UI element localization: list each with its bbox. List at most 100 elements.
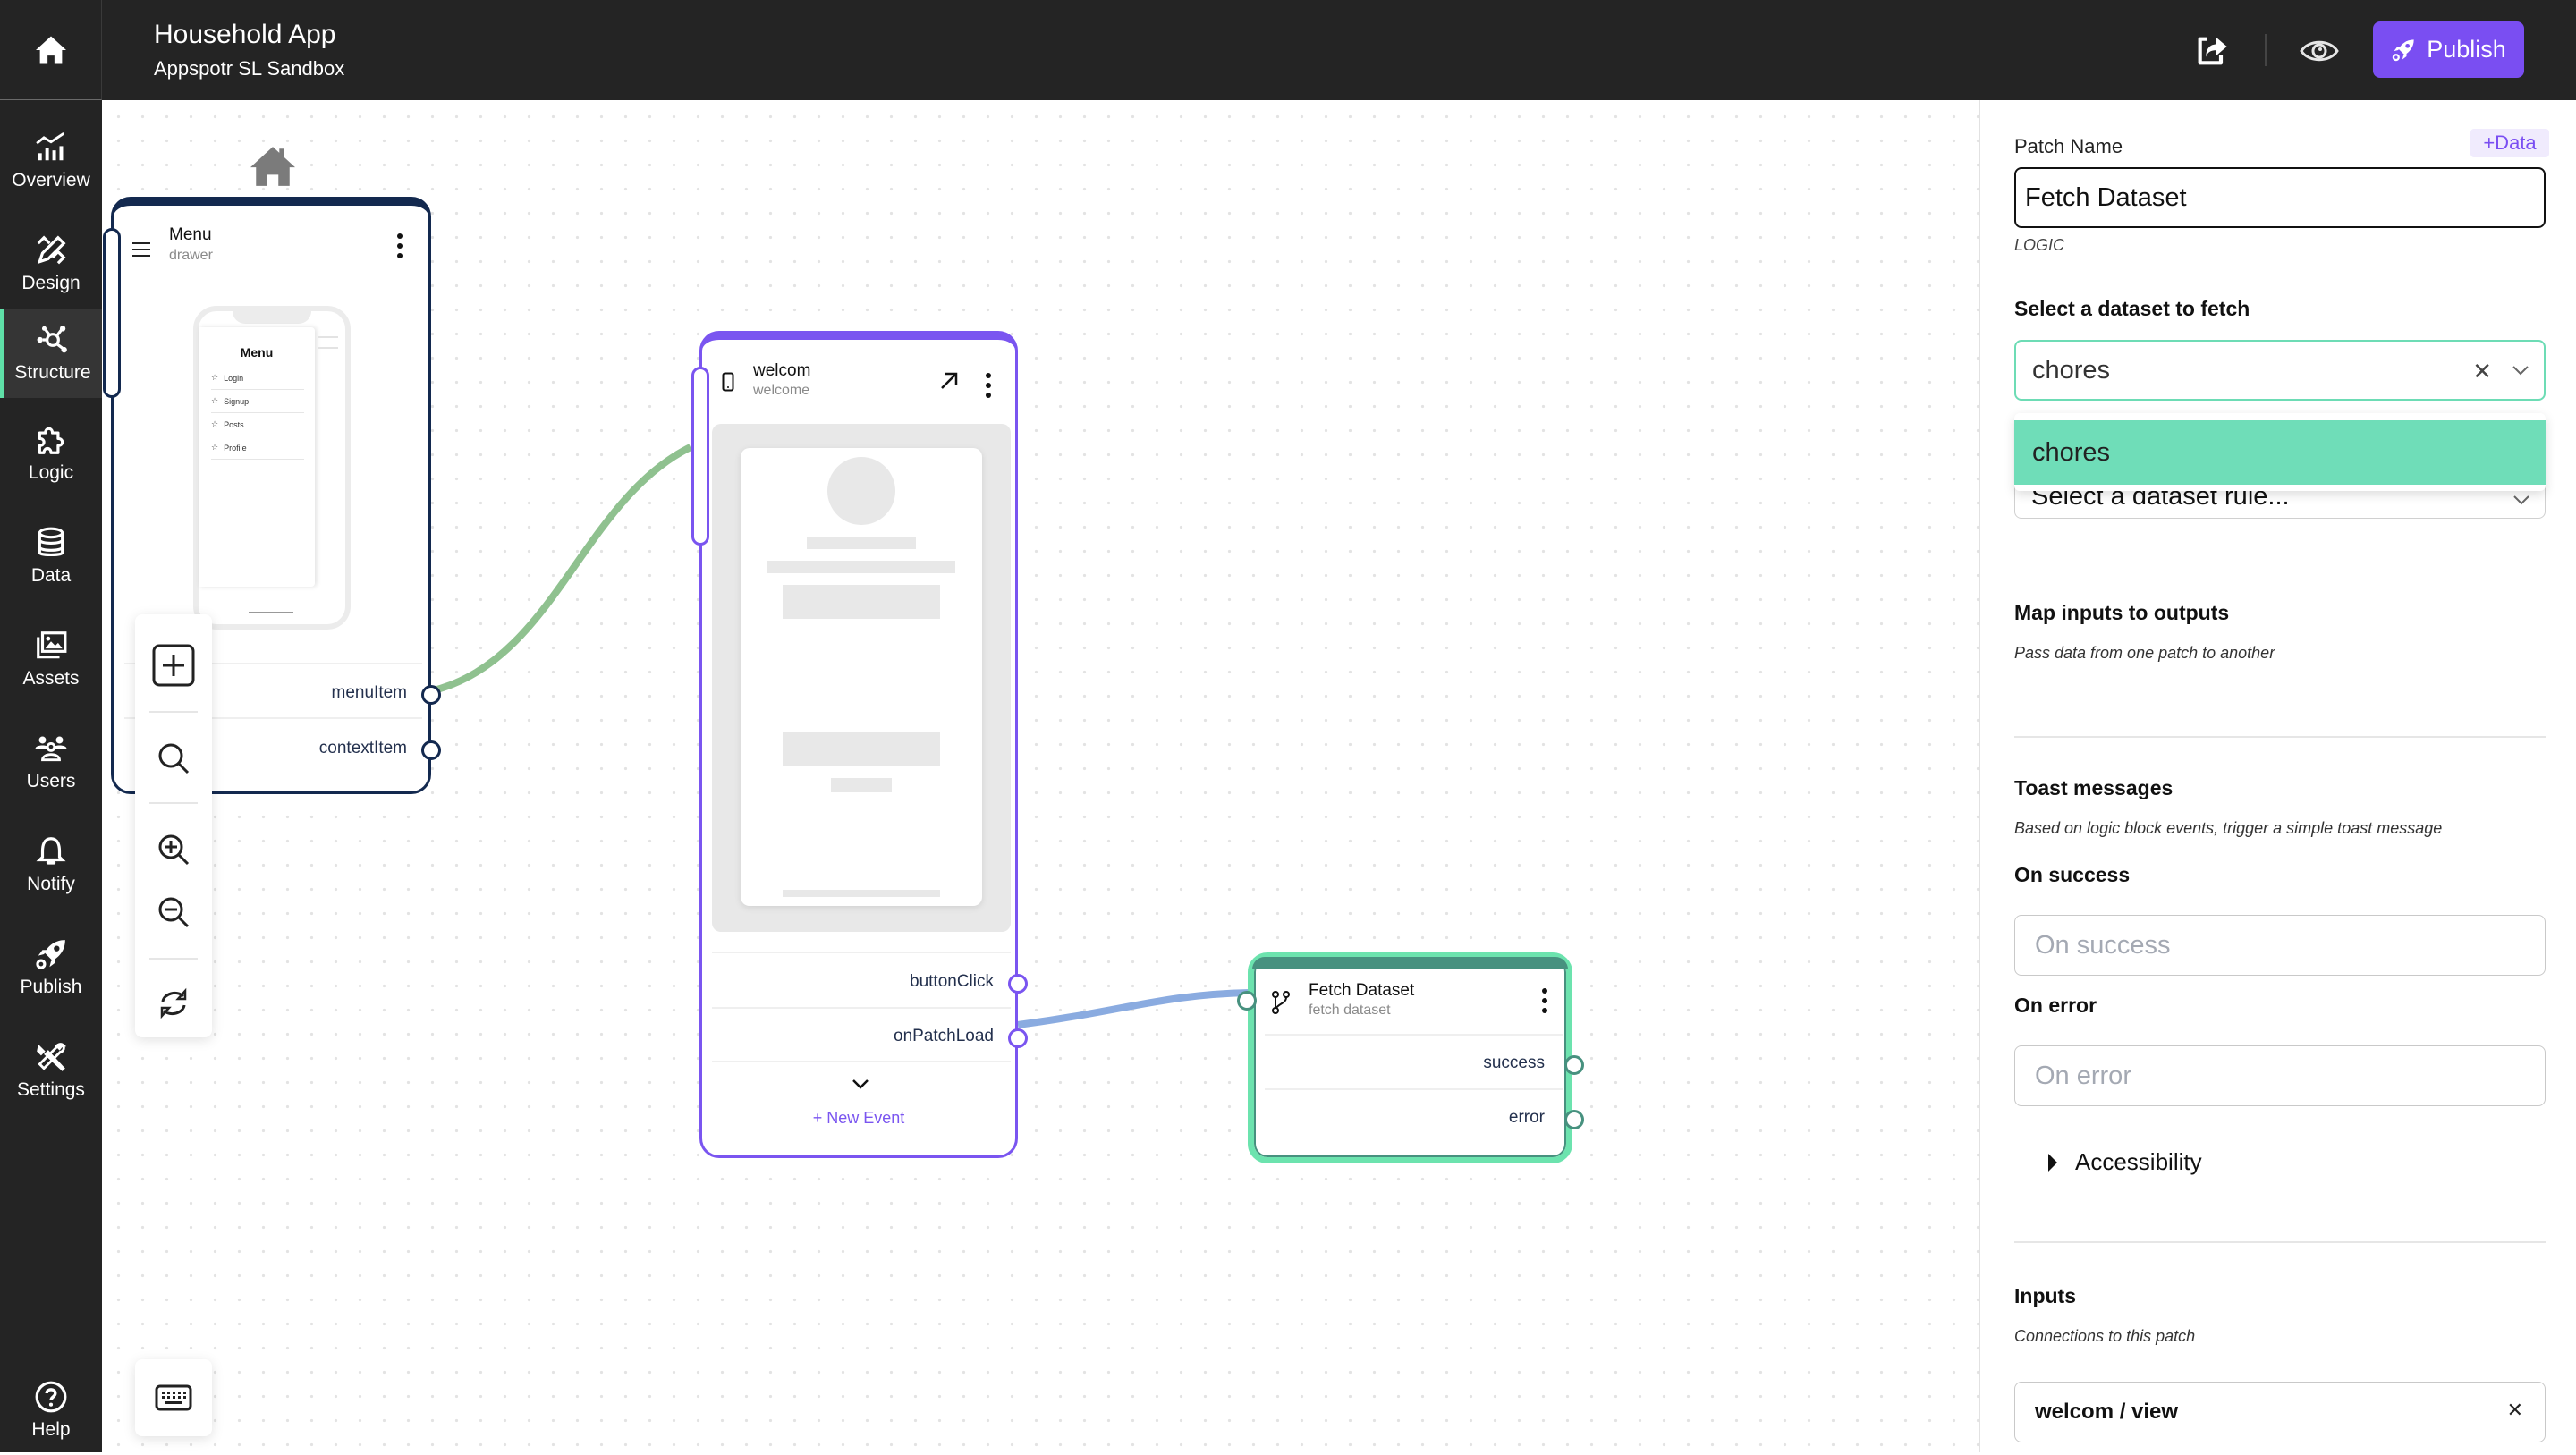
publish-button[interactable]: Publish xyxy=(2373,21,2524,78)
home-button[interactable] xyxy=(0,0,102,100)
on-success-input[interactable]: On success xyxy=(2014,915,2546,976)
clear-selection-icon[interactable]: ✕ xyxy=(2472,358,2492,385)
structure-icon xyxy=(37,326,67,353)
output-port-menuitem[interactable] xyxy=(421,685,441,705)
sidebar-item-users[interactable]: Users xyxy=(0,717,102,807)
menu-node-title: Menu xyxy=(169,225,212,244)
fetch-input-port[interactable] xyxy=(1237,991,1257,1011)
accessibility-toggle[interactable]: Accessibility xyxy=(2046,1148,2202,1176)
port-label-error: error xyxy=(1508,1108,1545,1127)
keyboard-shortcuts-button[interactable] xyxy=(135,1359,212,1436)
remove-connection-icon[interactable]: ✕ xyxy=(2507,1399,2523,1422)
share-button[interactable] xyxy=(2190,29,2234,73)
open-external-icon[interactable] xyxy=(938,370,960,392)
drawer-preview-item: ☆ Posts xyxy=(211,413,304,436)
on-error-input[interactable]: On error xyxy=(2014,1045,2546,1106)
puzzle-icon xyxy=(38,427,64,454)
add-node-button[interactable] xyxy=(135,634,212,697)
welcome-screen-preview xyxy=(712,424,1011,932)
rocket-icon xyxy=(2392,38,2414,61)
drawer-panel: Menu ☆ Login ☆ Signup ☆ Posts ☆ Profile xyxy=(199,327,315,587)
preview-line xyxy=(783,890,940,897)
preview-avatar-placeholder xyxy=(827,457,895,525)
drawer-preview-item: ☆ Signup xyxy=(211,390,304,413)
chevron-down-icon[interactable] xyxy=(852,1079,869,1089)
rocket-icon xyxy=(36,940,65,969)
database-icon xyxy=(38,527,64,557)
app-subtitle: Appspotr SL Sandbox xyxy=(154,57,345,80)
keyboard-icon xyxy=(155,1384,192,1411)
home-screen-marker-icon xyxy=(250,147,295,186)
welcome-screen-node[interactable]: welcom welcome buttonClick onPatchLoad +… xyxy=(691,331,1028,1158)
sidebar-item-structure[interactable]: Structure xyxy=(0,309,102,398)
row-divider xyxy=(712,1007,1011,1009)
new-event-button[interactable]: + New Event xyxy=(702,1109,1015,1128)
section-divider xyxy=(2014,1241,2546,1243)
sidebar-item-publish[interactable]: Publish xyxy=(0,923,102,1012)
drawer-preview-item: ☆ Profile xyxy=(211,436,304,460)
top-bar: Household App Appspotr SL Sandbox Publis… xyxy=(0,0,2576,100)
sidebar-label: Publish xyxy=(20,977,82,997)
sidebar-item-notify[interactable]: Notify xyxy=(0,820,102,909)
star-icon: ☆ xyxy=(211,419,219,428)
sidebar-item-assets[interactable]: Assets xyxy=(0,614,102,704)
phone-home-bar xyxy=(249,612,293,613)
menu-node-subtitle: drawer xyxy=(169,248,213,263)
fetch-dataset-node[interactable]: Fetch Dataset fetch dataset success erro… xyxy=(1237,952,1584,1163)
drawer-preview-title: Menu xyxy=(240,345,274,360)
add-icon xyxy=(152,644,195,687)
sidebar-item-help[interactable]: Help xyxy=(0,1366,102,1455)
toast-heading: Toast messages xyxy=(2014,776,2174,799)
welcome-input-port[interactable] xyxy=(691,367,709,546)
dataset-select[interactable]: chores ✕ xyxy=(2014,340,2546,401)
menu-input-port[interactable] xyxy=(103,228,121,398)
on-error-placeholder: On error xyxy=(2035,1061,2131,1090)
output-port-onpatchload[interactable] xyxy=(1008,1028,1028,1048)
zoom-out-icon xyxy=(158,897,190,928)
dropdown-option[interactable]: chores xyxy=(2014,420,2546,485)
sidebar-item-settings[interactable]: Settings xyxy=(0,1026,102,1115)
toolbar-divider xyxy=(149,711,198,713)
more-vertical-icon[interactable] xyxy=(396,233,403,259)
star-icon: ☆ xyxy=(211,396,219,405)
preview-block xyxy=(783,585,940,619)
zoom-in-button[interactable] xyxy=(135,818,212,881)
output-port-contextitem[interactable] xyxy=(421,740,441,760)
toolbar-divider xyxy=(149,958,198,960)
star-icon: ☆ xyxy=(211,373,219,382)
more-vertical-icon[interactable] xyxy=(1541,987,1548,1014)
search-button[interactable] xyxy=(135,727,212,790)
patch-name-input[interactable]: Fetch Dataset xyxy=(2014,167,2546,228)
sidebar-label: Help xyxy=(31,1419,71,1440)
caret-right-icon xyxy=(2048,1153,2057,1172)
chevron-down-icon[interactable] xyxy=(2512,365,2529,376)
output-port-error[interactable] xyxy=(1564,1110,1584,1129)
more-vertical-icon[interactable] xyxy=(985,372,992,399)
drawer-preview-list: ☆ Login ☆ Signup ☆ Posts ☆ Profile xyxy=(211,367,304,460)
mobile-icon xyxy=(722,372,734,392)
refresh-layout-button[interactable] xyxy=(135,972,212,1035)
row-divider xyxy=(712,952,1011,953)
preview-line xyxy=(807,537,916,549)
row-divider xyxy=(1265,1088,1563,1090)
sidebar-item-logic[interactable]: Logic xyxy=(0,409,102,498)
map-description: Pass data from one patch to another xyxy=(2014,644,2275,662)
sidebar-item-design[interactable]: Design xyxy=(0,219,102,309)
app-title: Household App xyxy=(154,20,336,49)
dataset-select-value: chores xyxy=(2032,355,2111,385)
zoom-out-button[interactable] xyxy=(135,881,212,943)
inputs-description: Connections to this patch xyxy=(2014,1327,2196,1345)
add-data-button[interactable]: +Data xyxy=(2470,129,2549,157)
port-label-onpatchload: onPatchLoad xyxy=(894,1027,994,1045)
drawer-item-label: Signup xyxy=(224,396,250,406)
output-port-success[interactable] xyxy=(1564,1055,1584,1075)
sidebar-item-overview[interactable]: Overview xyxy=(0,116,102,206)
fetch-node-header-bar xyxy=(1252,957,1568,969)
preview-block xyxy=(783,732,940,766)
fetch-node-title: Fetch Dataset xyxy=(1309,981,1415,1000)
sidebar-item-data[interactable]: Data xyxy=(0,512,102,601)
zoom-in-icon xyxy=(158,834,190,866)
output-port-buttonclick[interactable] xyxy=(1008,974,1028,994)
preview-button[interactable] xyxy=(2297,29,2342,73)
map-heading: Map inputs to outputs xyxy=(2014,601,2230,624)
